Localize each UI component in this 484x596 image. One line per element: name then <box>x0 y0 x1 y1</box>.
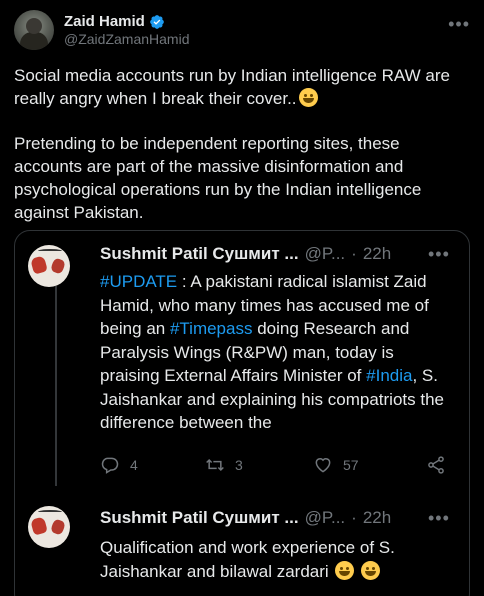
more-options-icon[interactable]: ••• <box>448 14 470 35</box>
like-count: 57 <box>343 457 359 473</box>
reply1-separator: · <box>351 244 357 263</box>
verified-badge-icon <box>150 14 164 29</box>
share-button[interactable] <box>426 455 446 475</box>
reply2-separator: · <box>351 508 357 527</box>
grinning-emoji-icon <box>298 88 318 107</box>
reply2-header: Sushmit Patil Сушмит ... @P... · 22h <box>100 508 391 528</box>
reply1-author-handle[interactable]: @P... <box>305 244 346 264</box>
reply1-text: #UPDATE : A pakistani radical islamist Z… <box>100 270 450 435</box>
author-name-line: Zaid Hamid <box>64 13 165 30</box>
reply2-avatar[interactable] <box>28 506 70 548</box>
laughing-emoji-icon <box>335 560 355 580</box>
reply1-more-options-icon[interactable]: ••• <box>428 244 450 265</box>
like-button[interactable]: 57 <box>313 455 359 475</box>
reply1-header: Sushmit Patil Сушмит ... @P... · 22h <box>100 244 391 264</box>
reply1-timestamp[interactable]: 22h <box>363 244 391 264</box>
thread-connector-line <box>55 286 57 486</box>
reply1-avatar[interactable] <box>28 245 70 287</box>
reply-button[interactable]: 4 <box>100 455 138 475</box>
hashtag-timepass-link[interactable]: #Timepass <box>170 319 253 338</box>
retweet-count: 3 <box>235 457 243 473</box>
reply2-author-name[interactable]: Sushmit Patil Сушмит ... <box>100 508 299 528</box>
reply2-text: Qualification and work experience of S. … <box>100 536 450 583</box>
reply2-timestamp[interactable]: 22h <box>363 508 391 528</box>
share-icon <box>428 456 444 474</box>
hashtag-update-link[interactable]: #UPDATE <box>100 272 177 291</box>
retweet-icon <box>206 458 224 472</box>
author-name[interactable]: Zaid Hamid <box>64 13 145 30</box>
reply1-actions: 4 3 57 <box>100 455 450 479</box>
tweet-header: Zaid Hamid @ZaidZamanHamid ••• <box>14 10 470 50</box>
hashtag-india-link[interactable]: #India <box>366 366 412 385</box>
reply-count: 4 <box>130 457 138 473</box>
author-avatar[interactable] <box>14 10 54 50</box>
reply2-author-handle[interactable]: @P... <box>305 508 346 528</box>
laughing-emoji-icon <box>361 560 381 580</box>
retweet-button[interactable]: 3 <box>205 455 243 475</box>
tweet-paragraph-1: Social media accounts run by Indian inte… <box>14 64 470 110</box>
tweet-paragraph-2: Pretending to be independent reporting s… <box>14 134 422 222</box>
reply2-more-options-icon[interactable]: ••• <box>428 508 450 529</box>
tweet-body: Social media accounts run by Indian inte… <box>14 64 470 246</box>
tweet-paragraph-1-text: Social media accounts run by Indian inte… <box>14 66 450 108</box>
reply1-author-name[interactable]: Sushmit Patil Сушмит ... <box>100 244 299 264</box>
author-handle[interactable]: @ZaidZamanHamid <box>64 31 189 47</box>
reply-icon <box>101 457 119 474</box>
heart-icon <box>315 458 331 473</box>
